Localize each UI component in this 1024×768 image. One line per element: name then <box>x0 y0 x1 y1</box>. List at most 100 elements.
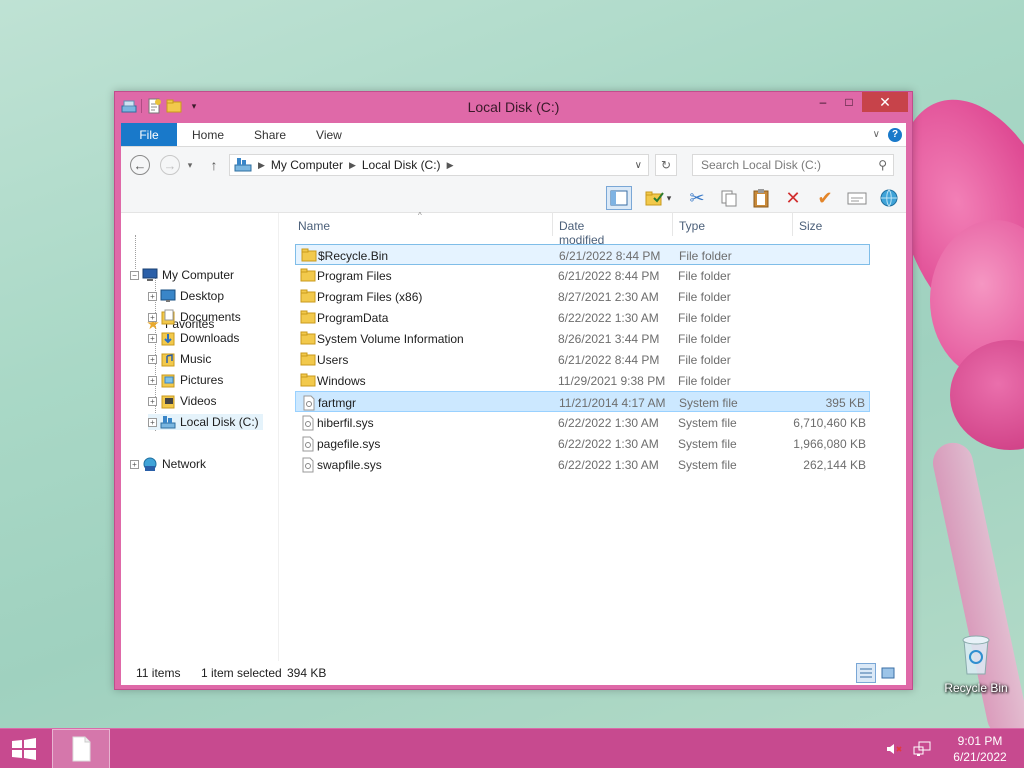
volume-muted-icon[interactable] <box>884 739 904 759</box>
file-date: 11/21/2014 4:17 AM <box>559 396 666 410</box>
clock-time: 9:01 PM <box>957 734 1003 748</box>
tree-item-desktop[interactable]: + Desktop <box>148 288 228 304</box>
forward-button[interactable]: → <box>159 154 181 176</box>
address-row: ← → ▾ ↑ ▶ My Computer ▶ Local Disk (C:) … <box>121 147 906 183</box>
tree-network-label: Network <box>162 457 207 471</box>
close-button[interactable]: ✕ <box>862 92 908 112</box>
file-date: 6/21/2022 8:44 PM <box>558 353 660 367</box>
start-button[interactable] <box>8 735 40 763</box>
folder-icon <box>300 268 316 282</box>
file-type: File folder <box>679 249 732 263</box>
breadcrumb-separator-icon: ▶ <box>446 159 454 170</box>
help-icon[interactable]: ? <box>888 127 902 142</box>
minimize-button[interactable]: – <box>810 92 836 112</box>
column-divider[interactable] <box>552 212 553 236</box>
up-arrow-icon[interactable]: ↑ <box>203 154 225 176</box>
tab-file[interactable]: File <box>121 123 177 146</box>
expand-icon[interactable]: + <box>148 354 157 364</box>
file-size: 395 KB <box>825 396 865 410</box>
tab-share[interactable]: Share <box>239 123 301 146</box>
tree-item-documents[interactable]: + Documents <box>148 309 245 325</box>
address-bar[interactable]: ▶ My Computer ▶ Local Disk (C:) ▶ ∨ <box>229 154 649 176</box>
sort-ascending-icon: ^ <box>418 211 422 220</box>
tree-network[interactable]: + Network <box>130 456 206 472</box>
file-row[interactable]: Program Files (x86) 8/27/2021 2:30 AM File… <box>295 286 870 307</box>
expand-icon[interactable]: + <box>130 459 139 469</box>
file-row[interactable]: Program Files 6/21/2022 8:44 PM File folde… <box>295 265 870 286</box>
scissors-icon: ✂ <box>689 187 705 208</box>
file-type: System file <box>678 416 737 430</box>
tree-my-computer[interactable]: − My Computer <box>130 267 234 283</box>
clock[interactable]: 9:01 PM 6/21/2022 <box>940 733 1020 765</box>
expand-icon[interactable]: + <box>148 396 157 406</box>
tree-item-videos[interactable]: + Videos <box>148 393 220 409</box>
column-header-type[interactable]: Type <box>679 219 705 233</box>
collapse-icon[interactable]: − <box>130 270 139 280</box>
folder-icon <box>300 373 316 387</box>
file-row[interactable]: fartmgr 11/21/2014 4:17 AM System file 395 … <box>295 391 870 412</box>
search-icon: ⚲ <box>878 158 887 172</box>
status-bar: 11 items 1 item selected 394 KB <box>121 661 906 685</box>
title-bar[interactable]: ▾ Local Disk (C:) – □ ✕ <box>115 92 912 122</box>
copy-button[interactable] <box>716 186 742 210</box>
expand-ribbon-chevron-icon[interactable]: ∨ <box>873 129 880 140</box>
breadcrumb-local-disk[interactable]: Local Disk (C:) <box>362 158 441 172</box>
system-file-icon <box>300 415 316 431</box>
globe-icon <box>880 189 898 207</box>
breadcrumb-my-computer[interactable]: My Computer <box>271 158 343 172</box>
file-name: Windows <box>317 374 366 388</box>
file-row[interactable]: $Recycle.Bin 6/21/2022 8:44 PM File folder <box>295 244 870 265</box>
tree-item-pictures[interactable]: + Pictures <box>148 372 227 388</box>
expand-icon[interactable]: + <box>148 291 157 301</box>
tree-item-label: Documents <box>180 310 241 324</box>
recycle-bin-shortcut[interactable]: Recycle Bin <box>940 630 1012 695</box>
column-divider[interactable] <box>672 212 673 236</box>
properties-button[interactable] <box>844 186 870 210</box>
column-divider[interactable] <box>792 212 793 236</box>
search-input[interactable]: Search Local Disk (C:) ⚲ <box>692 154 894 176</box>
tree-item-music[interactable]: + Music <box>148 351 215 367</box>
expand-icon[interactable]: + <box>148 312 157 322</box>
recent-locations-chevron-icon[interactable]: ▾ <box>183 154 197 176</box>
expand-icon[interactable]: + <box>148 375 157 385</box>
address-history-chevron-icon[interactable]: ∨ <box>635 160 642 171</box>
tree-item-downloads[interactable]: + Downloads <box>148 330 243 346</box>
network-status-icon[interactable] <box>912 739 932 759</box>
tree-item-local-disk-c[interactable]: + Local Disk (C:) <box>148 414 263 430</box>
cut-button[interactable]: ✂ <box>684 186 710 210</box>
maximize-button[interactable]: □ <box>836 92 862 112</box>
file-row[interactable]: swapfile.sys 6/22/2022 1:30 AM System file… <box>295 454 870 475</box>
file-row[interactable]: hiberfil.sys 6/22/2022 1:30 AM System file… <box>295 412 870 433</box>
file-type: System file <box>679 396 738 410</box>
column-header-date[interactable]: Date modified <box>559 219 604 247</box>
delete-button[interactable]: ✕ <box>780 186 806 210</box>
tab-view[interactable]: View <box>301 123 357 146</box>
file-date: 6/22/2022 1:30 AM <box>558 458 659 472</box>
column-header-size[interactable]: Size <box>799 219 822 233</box>
file-row[interactable]: System Volume Information 8/26/2021 3:44 … <box>295 328 870 349</box>
file-row[interactable]: Users 6/21/2022 8:44 PM File folder <box>295 349 870 370</box>
ribbon-right-controls: ∨ ? <box>873 123 906 146</box>
recycle-bin-label: Recycle Bin <box>944 681 1008 695</box>
preview-pane-button[interactable] <box>606 186 632 210</box>
expand-icon[interactable]: + <box>148 417 157 427</box>
taskbar-app-explorer[interactable] <box>52 729 110 768</box>
organize-button[interactable]: ▾ <box>638 186 678 210</box>
network-button[interactable] <box>876 186 902 210</box>
tree-line <box>135 235 136 269</box>
paste-button[interactable] <box>748 186 774 210</box>
file-row[interactable]: pagefile.sys 6/22/2022 1:30 AM System file… <box>295 433 870 454</box>
file-row[interactable]: ProgramData 6/22/2022 1:30 AM File folder <box>295 307 870 328</box>
system-tray: 9:01 PM 6/21/2022 <box>884 729 1024 768</box>
column-header-name[interactable]: Name <box>298 219 330 233</box>
details-view-button[interactable] <box>856 663 876 683</box>
file-type: File folder <box>678 269 731 283</box>
tab-home[interactable]: Home <box>177 123 239 146</box>
refresh-button[interactable]: ↻ <box>655 154 677 176</box>
file-name: pagefile.sys <box>317 437 381 451</box>
large-icons-view-button[interactable] <box>878 663 898 683</box>
back-button[interactable]: ← <box>129 154 151 176</box>
file-row[interactable]: Windows 11/29/2021 9:38 PM File folder <box>295 370 870 391</box>
rename-button[interactable]: ✔ <box>812 186 838 210</box>
expand-icon[interactable]: + <box>148 333 157 343</box>
